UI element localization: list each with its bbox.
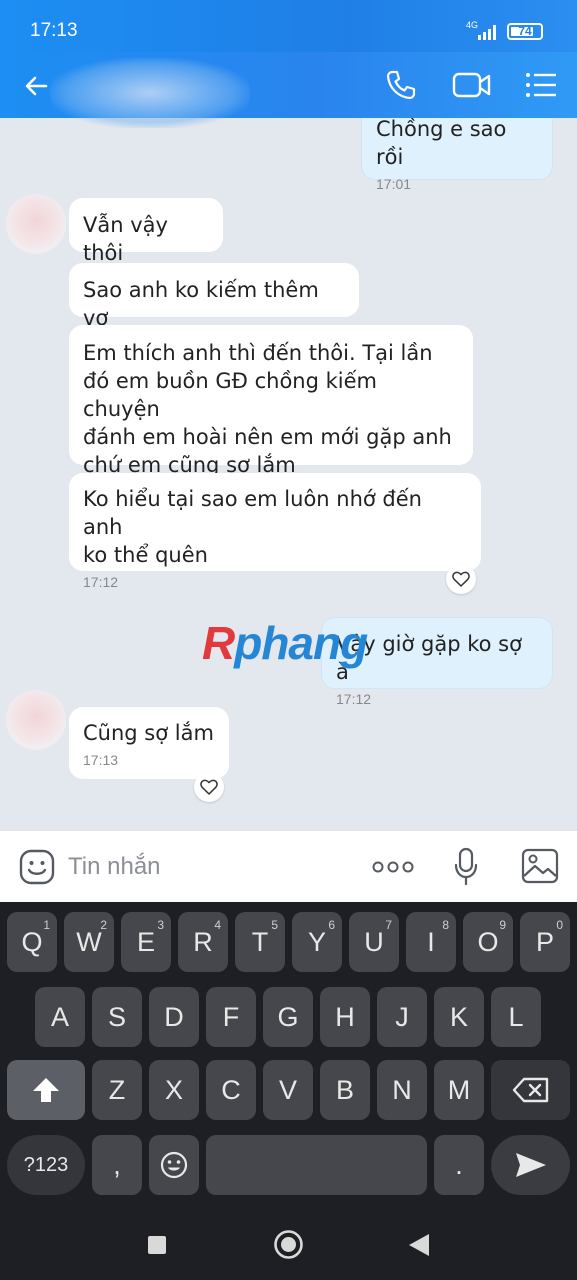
key-f[interactable]: F	[206, 987, 256, 1047]
shift-key[interactable]	[7, 1060, 85, 1120]
message-time: 17:12	[336, 691, 372, 707]
signal-icon: 4G	[466, 20, 500, 42]
backspace-icon	[512, 1077, 548, 1103]
message-bubble-incoming[interactable]: Cũng sợ lắm 17:13	[69, 707, 229, 779]
message-time: 17:01	[376, 176, 412, 192]
key-h[interactable]: H	[320, 987, 370, 1047]
key-o[interactable]: O9	[463, 912, 513, 972]
video-call-icon[interactable]	[452, 69, 492, 101]
numbers-key[interactable]: ?123	[7, 1135, 85, 1195]
message-line: Em thích anh thì đến thôi. Tại lần	[83, 341, 433, 365]
key-x[interactable]: X	[149, 1060, 199, 1120]
status-time: 17:13	[30, 20, 78, 41]
message-line: ko thể quên	[83, 543, 208, 567]
message-text: Cũng sợ lắm	[83, 721, 214, 745]
send-key[interactable]	[491, 1135, 570, 1195]
back-arrow-icon[interactable]	[22, 72, 50, 100]
network-type: 4G	[466, 20, 479, 30]
key-c[interactable]: C	[206, 1060, 256, 1120]
message-input[interactable]: Tin nhắn	[68, 853, 161, 881]
microphone-icon[interactable]	[453, 847, 479, 887]
phone-call-icon[interactable]	[384, 68, 418, 102]
message-line: đánh em hoài nên em mới gặp anh	[83, 425, 452, 449]
back-triangle-icon[interactable]	[407, 1232, 431, 1258]
battery-icon: 74	[507, 23, 543, 40]
avatar[interactable]	[6, 194, 66, 254]
backspace-key[interactable]	[491, 1060, 570, 1120]
comma-key[interactable]: ,	[92, 1135, 142, 1195]
sticker-emoji-icon[interactable]	[19, 849, 55, 885]
key-q[interactable]: Q1	[7, 912, 57, 972]
message-bubble-incoming[interactable]: Ko hiểu tại sao em luôn nhớ đến anh ko t…	[69, 473, 481, 590]
key-w[interactable]: W2	[64, 912, 114, 972]
menu-list-icon[interactable]	[524, 70, 558, 100]
key-r[interactable]: R4	[178, 912, 228, 972]
message-bubble-incoming[interactable]: Sao anh ko kiếm thêm vợ	[69, 263, 359, 330]
space-key[interactable]	[206, 1135, 427, 1195]
key-v[interactable]: V	[263, 1060, 313, 1120]
key-g[interactable]: G	[263, 987, 313, 1047]
image-gallery-icon[interactable]	[521, 848, 559, 884]
message-input-bar: Tin nhắn	[0, 830, 577, 902]
recents-square-icon[interactable]	[147, 1235, 167, 1255]
key-z[interactable]: Z	[92, 1060, 142, 1120]
watermark-logo: Rphang	[202, 617, 368, 669]
key-l[interactable]: L	[491, 987, 541, 1047]
emoji-key[interactable]	[149, 1135, 199, 1195]
message-line: đó em buồn GĐ chồng kiếm chuyện	[83, 369, 377, 421]
like-reaction-button[interactable]	[194, 772, 224, 802]
shift-arrow-icon	[33, 1078, 59, 1102]
message-text: Sao anh ko kiếm thêm vợ	[83, 278, 319, 330]
status-bar: 17:13 4G 74	[0, 0, 577, 52]
key-b[interactable]: B	[320, 1060, 370, 1120]
key-j[interactable]: J	[377, 987, 427, 1047]
key-y[interactable]: Y6	[292, 912, 342, 972]
emoji-face-icon	[160, 1151, 188, 1179]
send-arrow-icon	[515, 1153, 546, 1177]
system-navigation-bar	[0, 1202, 577, 1280]
key-a[interactable]: A	[35, 987, 85, 1047]
message-bubble-outgoing[interactable]: Chồng e sao rồi 17:01	[361, 118, 553, 192]
key-n[interactable]: N	[377, 1060, 427, 1120]
heart-icon	[452, 571, 470, 587]
on-screen-keyboard: Q1 W2 E3 R4 T5 Y6 U7 I8 O9 P0 A S D F G …	[0, 902, 577, 1202]
message-bubble-incoming[interactable]: Em thích anh thì đến thôi. Tại lần đó em…	[69, 325, 473, 477]
message-bubble-incoming[interactable]: Vẫn vậy thôi	[69, 198, 223, 265]
chat-area[interactable]: Chồng e sao rồi 17:01 Vẫn vậy thôi Sao a…	[0, 118, 577, 830]
key-d[interactable]: D	[149, 987, 199, 1047]
key-s[interactable]: S	[92, 987, 142, 1047]
avatar[interactable]	[6, 690, 66, 750]
key-t[interactable]: T5	[235, 912, 285, 972]
key-i[interactable]: I8	[406, 912, 456, 972]
more-options-icon[interactable]	[372, 860, 414, 874]
message-text: Vẫn vậy thôi	[83, 213, 168, 265]
like-reaction-button[interactable]	[446, 564, 476, 594]
key-p[interactable]: P0	[520, 912, 570, 972]
message-line: Ko hiểu tại sao em luôn nhớ đến anh	[83, 487, 422, 539]
battery-level: 74	[518, 24, 532, 38]
period-key[interactable]: .	[434, 1135, 484, 1195]
key-k[interactable]: K	[434, 987, 484, 1047]
heart-icon	[200, 779, 218, 795]
home-circle-icon[interactable]	[273, 1229, 304, 1260]
key-m[interactable]: M	[434, 1060, 484, 1120]
key-e[interactable]: E3	[121, 912, 171, 972]
message-time: 17:12	[83, 574, 119, 590]
message-text: Chồng e sao rồi	[376, 118, 507, 169]
key-u[interactable]: U7	[349, 912, 399, 972]
message-time: 17:13	[83, 752, 119, 768]
